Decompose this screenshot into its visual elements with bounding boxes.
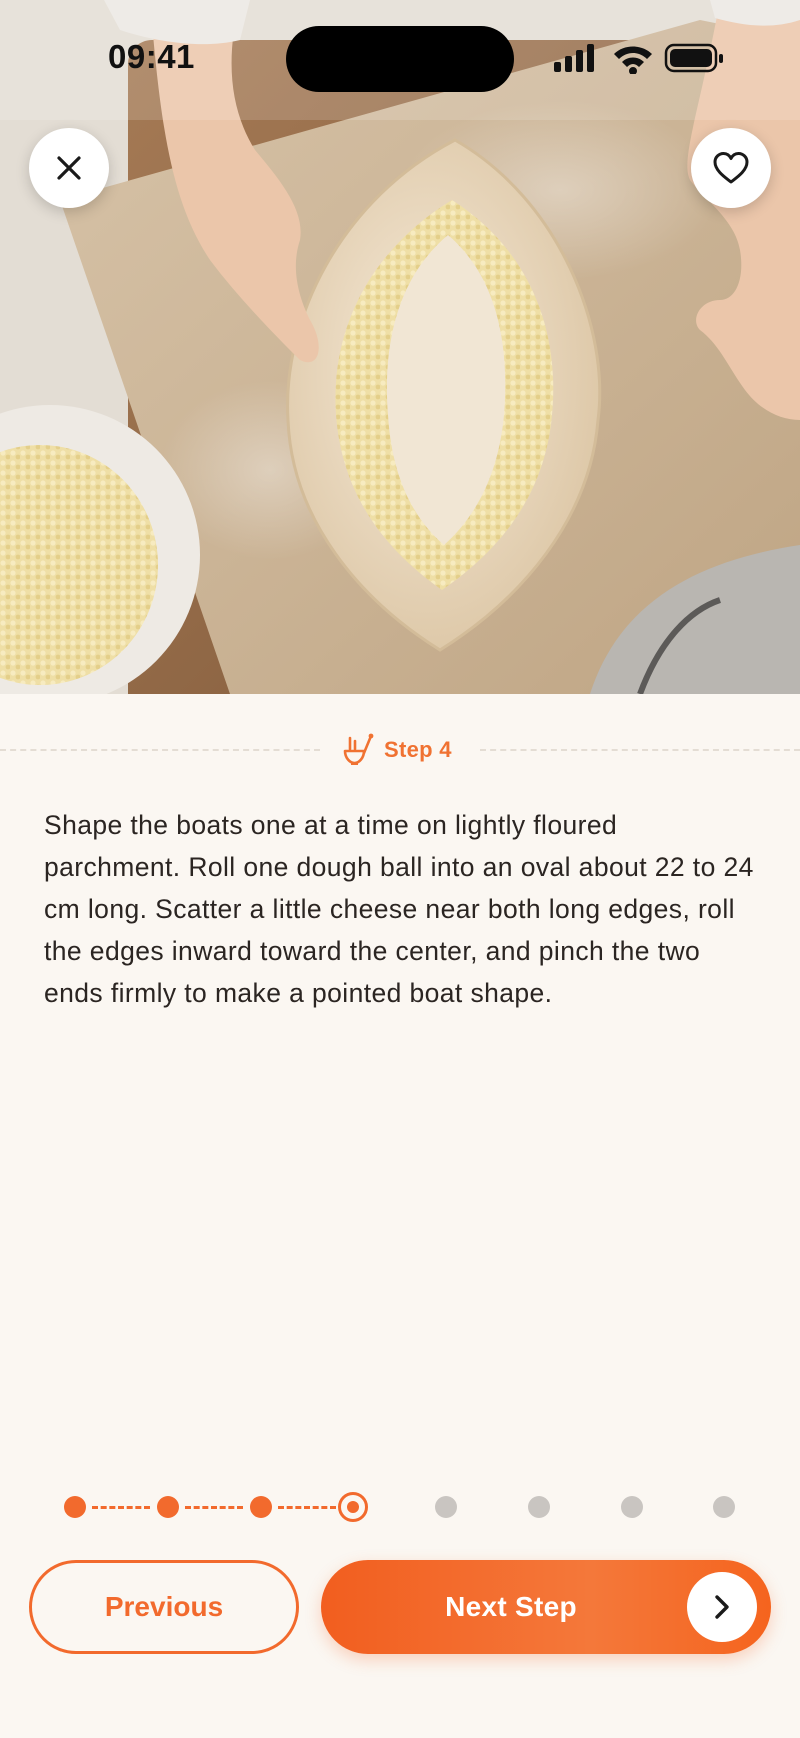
- progress-dot-1: [64, 1496, 86, 1518]
- progress-dot-4-current: [338, 1492, 368, 1522]
- step-progress: [0, 1490, 800, 1524]
- cellular-signal-icon: [554, 44, 594, 72]
- status-icons: [554, 43, 723, 74]
- step-divider-left: [0, 749, 320, 751]
- favorite-button[interactable]: [691, 128, 771, 208]
- progress-dot-2: [157, 1496, 179, 1518]
- ladle-bowl-icon: [343, 733, 374, 765]
- dynamic-island: [286, 26, 514, 92]
- progress-dot-3: [250, 1496, 272, 1518]
- progress-dot-6: [528, 1496, 550, 1518]
- status-bar: 09:41: [0, 0, 800, 116]
- progress-dot-5: [435, 1496, 457, 1518]
- wifi-icon: [614, 46, 652, 74]
- progress-connector: [185, 1506, 243, 1509]
- step-header: Step 4: [0, 730, 800, 770]
- progress-dot-7: [621, 1496, 643, 1518]
- previous-button-label: Previous: [104, 1591, 224, 1622]
- progress-connector: [278, 1506, 336, 1509]
- progress-connector: [92, 1506, 150, 1509]
- step-instruction: Shape the boats one at a time on lightly…: [44, 810, 754, 1008]
- battery-icon: [664, 43, 723, 73]
- close-button[interactable]: [29, 128, 109, 208]
- close-icon: [57, 156, 81, 180]
- step-label: Step 4: [384, 737, 452, 762]
- next-arrow-circle: [687, 1572, 757, 1642]
- step-label-group: Step 4: [342, 730, 452, 770]
- progress-dot-8: [713, 1496, 735, 1518]
- previous-button[interactable]: Previous: [29, 1560, 299, 1654]
- next-step-button-label: Next Step: [445, 1591, 577, 1622]
- step-divider-right: [480, 749, 800, 751]
- status-time: 09:41: [108, 38, 195, 75]
- chevron-right-icon: [715, 1595, 729, 1619]
- next-step-button[interactable]: Next Step: [321, 1560, 771, 1654]
- heart-icon: [713, 152, 749, 184]
